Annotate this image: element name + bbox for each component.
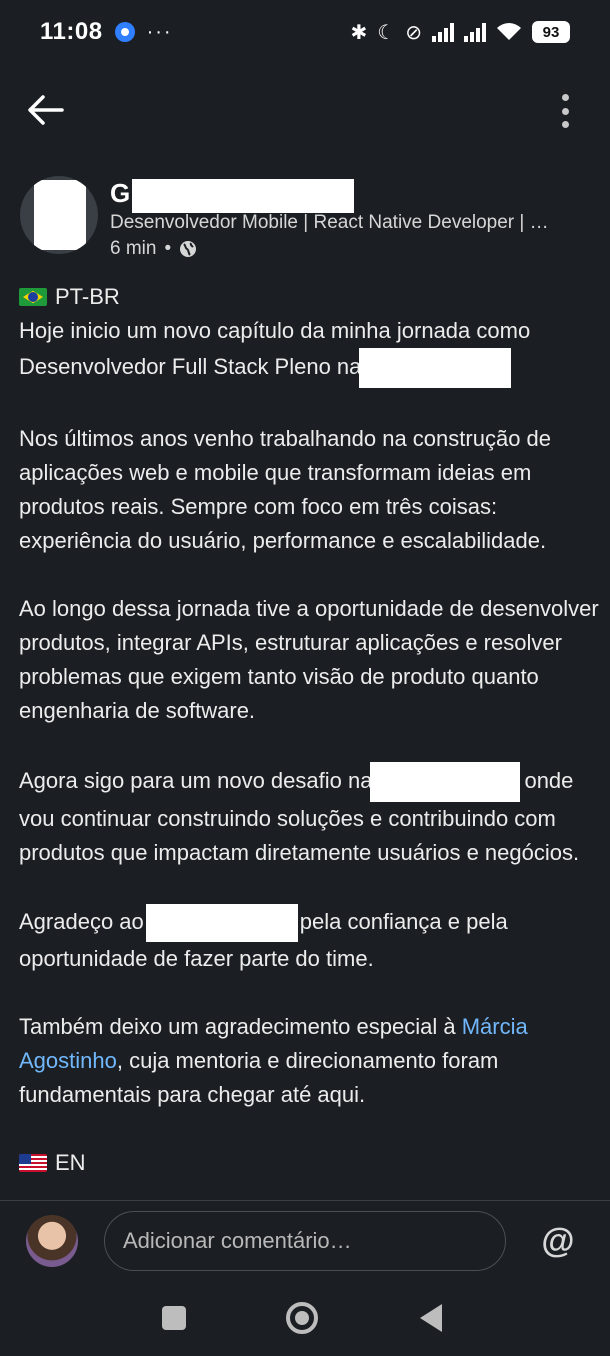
top-app-bar bbox=[0, 64, 610, 156]
status-left: 11:08 ··· bbox=[40, 18, 173, 46]
status-time: 11:08 bbox=[40, 18, 103, 45]
lang-label-pt: PT-BR bbox=[55, 284, 120, 309]
author-headline: Desenvolvedor Mobile | React Native Deve… bbox=[110, 212, 549, 233]
paragraph-6: Também deixo um agradecimento especial à… bbox=[19, 1010, 599, 1112]
paragraph-2: Nos últimos anos venho trabalhando na co… bbox=[19, 426, 552, 553]
p5-before: Agradeço ao bbox=[19, 908, 144, 934]
system-nav-bar bbox=[0, 1284, 610, 1356]
recent-apps-button[interactable] bbox=[162, 1306, 186, 1330]
paragraph-1: Hoje inicio um novo capítulo da minha jo… bbox=[19, 314, 599, 388]
status-right: ✱ ☾ ⊘ 93 bbox=[351, 20, 570, 45]
comment-input[interactable] bbox=[104, 1211, 506, 1271]
comment-bar: @ bbox=[0, 1200, 610, 1284]
author-name[interactable]: G bbox=[110, 178, 130, 209]
dot bbox=[561, 94, 569, 101]
wifi-icon bbox=[497, 23, 521, 40]
signal-2-icon bbox=[464, 22, 486, 42]
paragraph-4: Agora sigo para um novo desafio na onde v… bbox=[19, 762, 599, 870]
p1-line2: Desenvolvedor Full Stack Pleno na bbox=[19, 353, 362, 379]
system-back-button[interactable] bbox=[420, 1304, 442, 1332]
messenger-notification-icon bbox=[114, 22, 135, 42]
usa-flag-icon bbox=[19, 1154, 47, 1172]
lang-heading-en: EN bbox=[19, 1146, 599, 1180]
arrow-back-icon bbox=[28, 95, 64, 125]
meta-separator: • bbox=[164, 238, 172, 259]
globe-icon bbox=[180, 241, 197, 257]
post-body: PT-BR Hoje inicio um novo capítulo da mi… bbox=[19, 280, 599, 1180]
paragraph-3: Ao longo dessa jornada tive a oportunida… bbox=[19, 596, 599, 723]
redaction-box bbox=[359, 348, 512, 388]
more-options-button[interactable] bbox=[552, 90, 578, 132]
current-user-avatar[interactable] bbox=[26, 1215, 78, 1267]
p1-line1: Hoje inicio um novo capítulo da minha jo… bbox=[19, 318, 531, 343]
dot bbox=[561, 107, 569, 115]
author-avatar[interactable] bbox=[20, 176, 98, 254]
redaction-box bbox=[145, 904, 298, 942]
lang-heading-pt: PT-BR bbox=[19, 280, 599, 314]
redaction-box bbox=[370, 762, 521, 802]
name-redaction-box bbox=[132, 179, 354, 213]
post-meta: 6 min • bbox=[110, 238, 197, 260]
battery-indicator: 93 bbox=[532, 21, 570, 43]
p4-before: Agora sigo para um novo desafio na bbox=[19, 767, 373, 793]
mention-button[interactable]: @ bbox=[538, 1219, 578, 1263]
dot bbox=[561, 121, 569, 128]
redaction-box bbox=[34, 180, 86, 250]
back-button[interactable] bbox=[26, 92, 66, 128]
signal-1-icon bbox=[432, 22, 454, 42]
paragraph-5: Agradeço ao pela confiança e pela oportun… bbox=[19, 904, 599, 976]
p6-before: Também deixo um agradecimento especial à bbox=[19, 1014, 456, 1039]
vibrate-off-icon: ⊘ bbox=[405, 21, 422, 44]
do-not-disturb-icon: ☾ bbox=[377, 21, 396, 44]
status-bar: 11:08 ··· ✱ ☾ ⊘ 93 bbox=[0, 0, 610, 64]
home-button[interactable] bbox=[286, 1302, 318, 1334]
brazil-flag-icon bbox=[19, 288, 47, 306]
bluetooth-icon: ✱ bbox=[350, 21, 368, 44]
post-time: 6 min bbox=[110, 238, 157, 259]
lang-label-en: EN bbox=[55, 1150, 86, 1175]
more-notifications-icon: ··· bbox=[146, 20, 173, 43]
post-author[interactable]: G Desenvolvedor Mobile | React Native De… bbox=[20, 176, 590, 266]
